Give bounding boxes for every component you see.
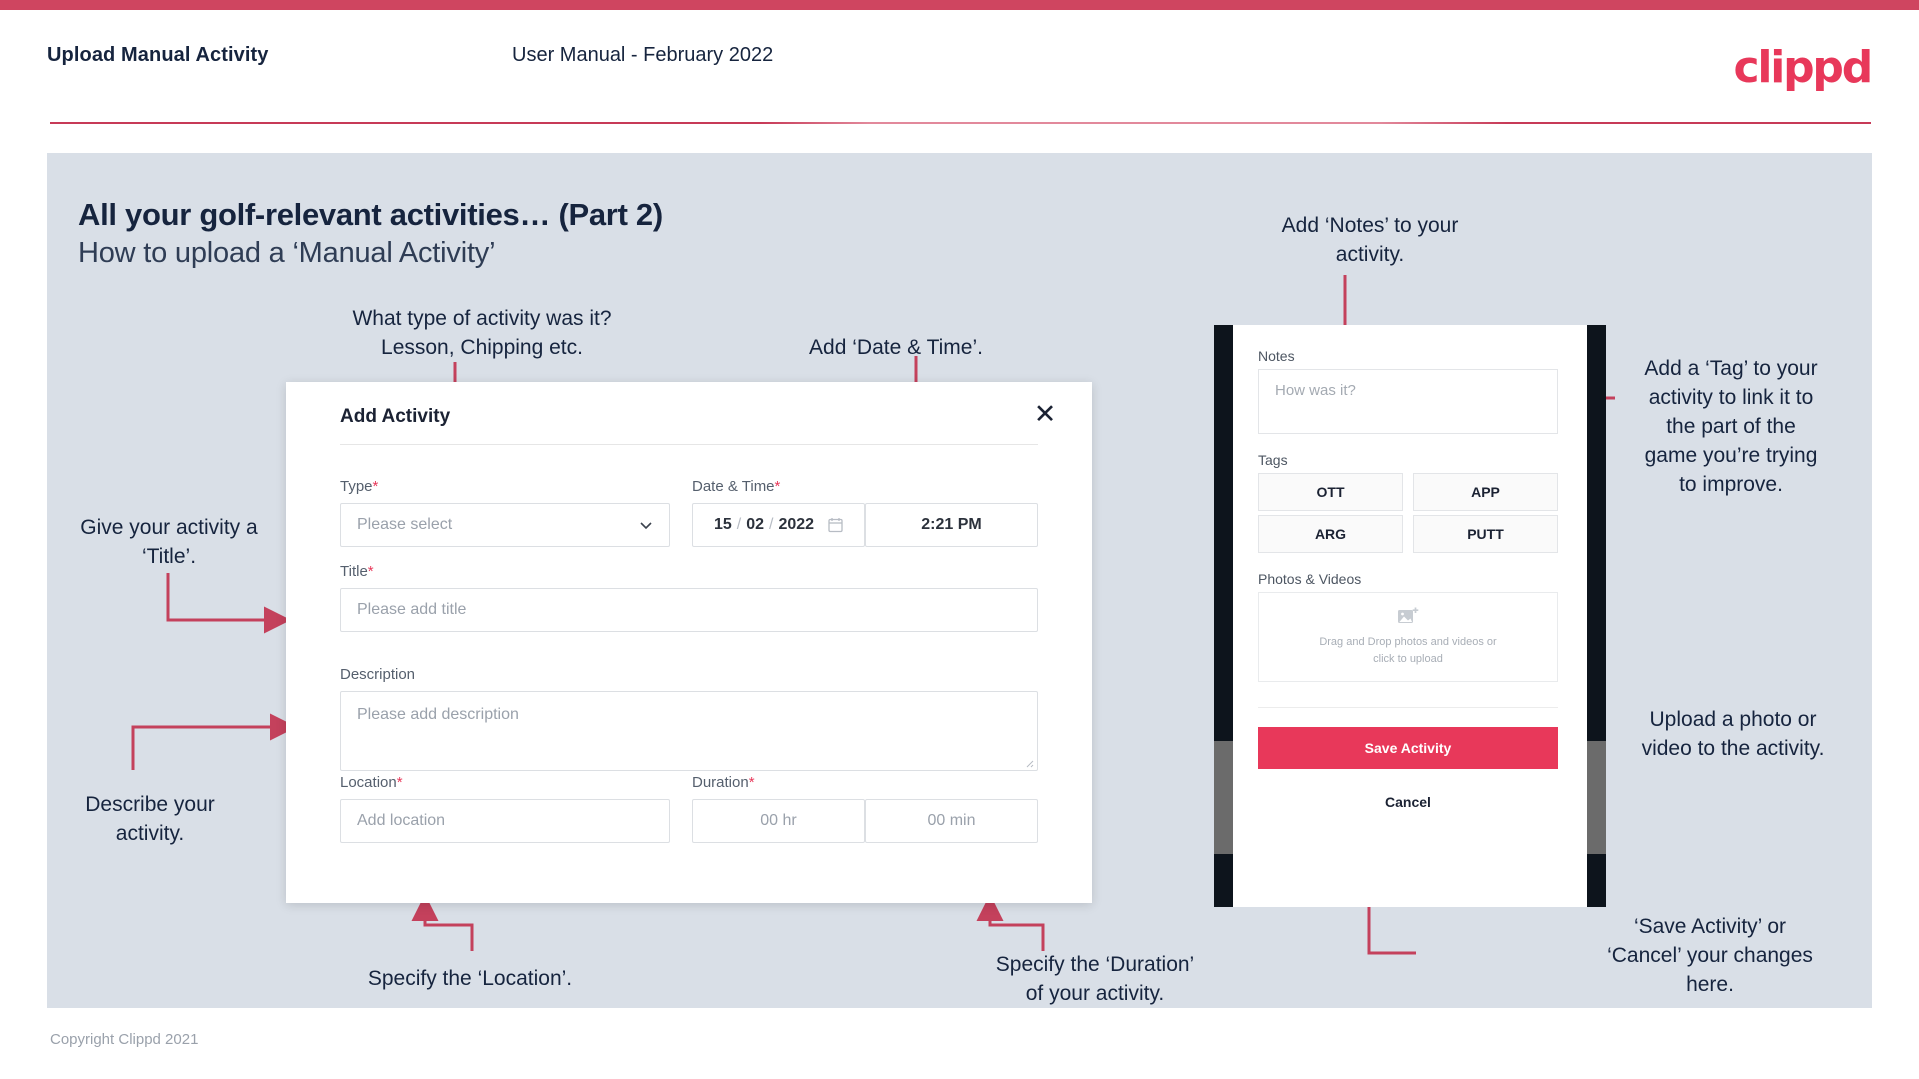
- location-label-text: Location: [340, 774, 397, 791]
- slide-subtitle: How to upload a ‘Manual Activity’: [78, 237, 496, 269]
- header-subtitle: User Manual - February 2022: [512, 44, 774, 66]
- type-required-marker: *: [372, 478, 379, 495]
- phone-divider: [1258, 707, 1558, 708]
- duration-minutes-value: 00 min: [927, 812, 976, 829]
- dialog-title: Add Activity: [340, 406, 451, 427]
- cancel-label: Cancel: [1385, 794, 1431, 810]
- type-label-text: Type: [340, 478, 373, 495]
- annotation-location: Specify the ‘Location’.: [367, 967, 573, 990]
- tag-app[interactable]: APP: [1413, 473, 1558, 511]
- slide-page: Upload Manual Activity User Manual - Feb…: [0, 0, 1919, 1079]
- description-textarea[interactable]: Please add description: [340, 691, 1038, 771]
- annotation-type: What type of activity was it? Lesson, Ch…: [352, 307, 612, 359]
- phone-screen: Notes How was it? Tags OTT APP ARG PUTT …: [1233, 325, 1587, 907]
- title-input-placeholder: Please add title: [357, 601, 467, 618]
- location-required-marker: *: [396, 774, 403, 791]
- save-activity-button[interactable]: Save Activity: [1258, 727, 1558, 769]
- datetime-label-text: Date & Time: [692, 478, 775, 495]
- save-activity-label: Save Activity: [1364, 740, 1452, 756]
- location-placeholder: Add location: [357, 812, 446, 829]
- calendar-icon[interactable]: [828, 517, 843, 533]
- phone-bezel-right-gray: [1587, 741, 1606, 854]
- cancel-button[interactable]: Cancel: [1258, 784, 1558, 820]
- description-placeholder: Please add description: [357, 706, 519, 723]
- annotation-duration: Specify the ‘Duration’ of your activity.: [995, 953, 1195, 1005]
- dropzone-text: Drag and Drop photos and videos or click…: [1319, 635, 1497, 665]
- tag-ott[interactable]: OTT: [1258, 473, 1403, 511]
- phone-mockup: Notes How was it? Tags OTT APP ARG PUTT …: [1214, 325, 1606, 907]
- page-title: Upload Manual Activity: [47, 44, 269, 66]
- add-image-icon: [1398, 607, 1419, 623]
- photo-dropzone[interactable]: Drag and Drop photos and videos or click…: [1258, 592, 1558, 682]
- add-activity-dialog: Add Activity ✕ Type* Please select Date …: [286, 382, 1092, 903]
- clippd-logo: clippd: [1733, 42, 1873, 93]
- date-sep-2: /: [769, 516, 774, 533]
- annotation-upload: Upload a photo or video to the activity.: [1641, 708, 1825, 760]
- tag-arg-label: ARG: [1314, 526, 1347, 542]
- tag-putt-label: PUTT: [1467, 526, 1504, 542]
- close-icon[interactable]: ✕: [1028, 397, 1062, 431]
- slide-title: All your golf-relevant activities… (Part…: [78, 197, 663, 232]
- type-select[interactable]: Please select: [340, 503, 670, 547]
- datetime-label: Date & Time*: [692, 478, 780, 495]
- description-label-text: Description: [340, 666, 416, 683]
- tags-label: Tags: [1258, 452, 1288, 468]
- date-day: 15: [713, 516, 732, 533]
- top-accent-bar: [0, 0, 1919, 10]
- duration-label: Duration*: [692, 774, 755, 791]
- notes-placeholder: How was it?: [1275, 382, 1356, 399]
- dialog-divider: [340, 444, 1038, 445]
- description-label: Description: [340, 666, 415, 683]
- notes-label: Notes: [1258, 348, 1295, 364]
- annotation-notes: Add ‘Notes’ to your activity.: [1281, 214, 1459, 266]
- datetime-required-marker: *: [774, 478, 781, 495]
- resize-handle-icon[interactable]: [1022, 756, 1034, 768]
- tag-arg[interactable]: ARG: [1258, 515, 1403, 553]
- time-input[interactable]: 2:21 PM: [865, 503, 1038, 547]
- time-value: 2:21 PM: [921, 516, 982, 533]
- duration-hours-input[interactable]: 00 hr: [692, 799, 865, 843]
- location-input[interactable]: Add location: [340, 799, 670, 843]
- annotation-description: Describe your activity.: [85, 793, 215, 845]
- title-label: Title*: [340, 563, 374, 580]
- duration-minutes-input[interactable]: 00 min: [865, 799, 1038, 843]
- chevron-down-icon: [640, 522, 652, 530]
- date-month: 02: [746, 516, 764, 533]
- tag-app-label: APP: [1471, 484, 1500, 500]
- date-sep-1: /: [736, 516, 742, 533]
- tag-putt[interactable]: PUTT: [1413, 515, 1558, 553]
- phone-bezel-right: [1587, 325, 1606, 907]
- duration-hours-value: 00 hr: [760, 812, 797, 829]
- footer-copyright: Copyright Clippd 2021: [50, 1031, 199, 1048]
- header-divider: [50, 122, 1871, 124]
- duration-required-marker: *: [748, 774, 755, 791]
- annotation-save: ‘Save Activity’ or ‘Cancel’ your changes…: [1607, 915, 1813, 996]
- duration-label-text: Duration: [692, 774, 749, 791]
- type-select-placeholder: Please select: [357, 516, 453, 533]
- title-label-text: Title: [340, 563, 368, 580]
- notes-textarea[interactable]: How was it?: [1258, 369, 1558, 434]
- date-input[interactable]: 15 / 02 / 2022: [692, 503, 865, 547]
- annotation-tags: Add a ‘Tag’ to your activity to link it …: [1644, 357, 1818, 496]
- title-required-marker: *: [367, 563, 374, 580]
- tag-ott-label: OTT: [1316, 484, 1345, 500]
- annotation-datetime: Add ‘Date & Time’.: [809, 336, 983, 359]
- type-label: Type*: [340, 478, 378, 495]
- title-input[interactable]: Please add title: [340, 588, 1038, 632]
- phone-bezel-left: [1214, 325, 1233, 907]
- location-label: Location*: [340, 774, 403, 791]
- dialog-header: Add Activity ✕: [286, 382, 1092, 444]
- photos-label: Photos & Videos: [1258, 571, 1362, 587]
- date-year: 2022: [778, 516, 815, 533]
- phone-bezel-left-gray: [1214, 741, 1233, 854]
- annotation-title: Give your activity a ‘Title’.: [80, 516, 258, 568]
